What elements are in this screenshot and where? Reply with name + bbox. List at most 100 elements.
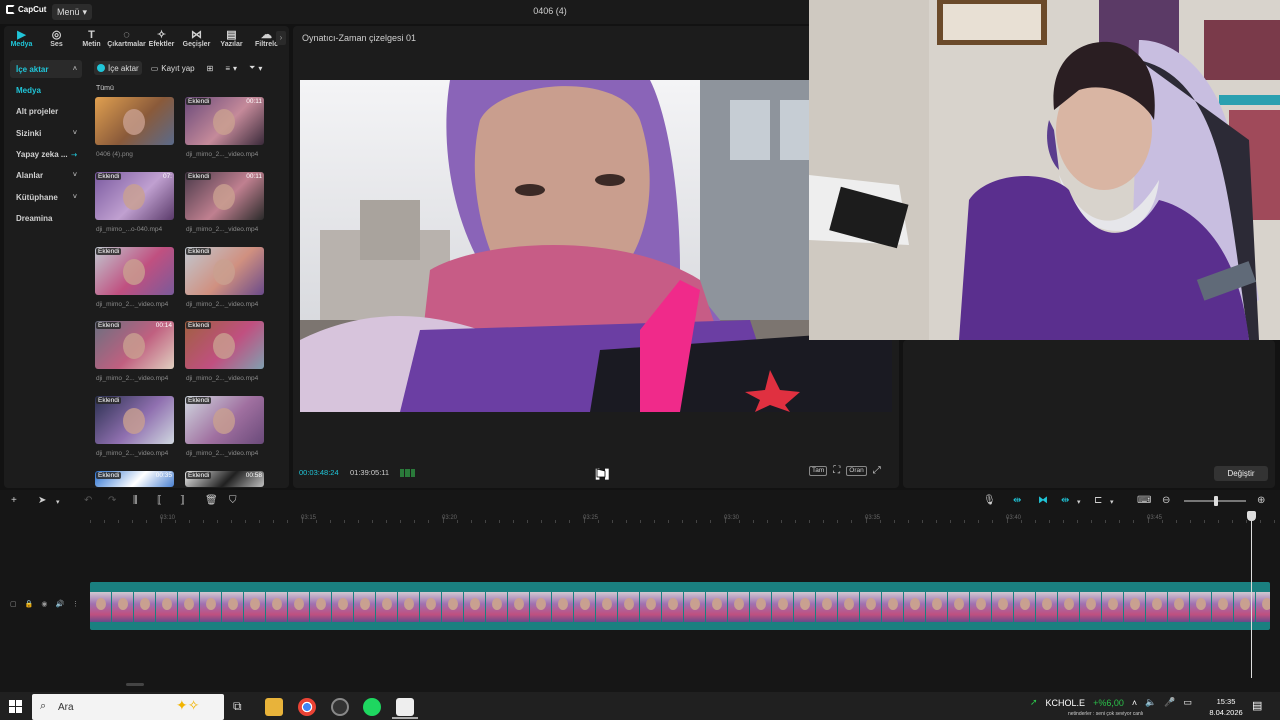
zoom-out-icon[interactable]: ⊖ — [1162, 495, 1170, 506]
media-item[interactable]: Eklendi dji_mimo_2..._video.mp4 — [95, 396, 174, 457]
media-item[interactable]: Eklendi dji_mimo_2..._video.mp4 — [95, 246, 174, 308]
full-quality-button[interactable]: Tam — [809, 465, 828, 476]
select-tool-icon[interactable]: ➤ — [38, 495, 46, 506]
media-item[interactable]: Eklendi dji_mimo_2..._video.mp4 — [185, 321, 264, 382]
spotify-icon[interactable] — [363, 698, 381, 716]
task-view-icon[interactable]: ⧉ — [233, 699, 242, 714]
more-icon[interactable]: ⋮ — [72, 600, 79, 608]
record-button[interactable]: ▭ Kayıt yap — [148, 61, 198, 75]
split-icon[interactable]: ⫼ — [133, 495, 138, 506]
capcut-taskbar-icon[interactable] — [396, 698, 414, 716]
tick-label: 03:35 — [865, 515, 881, 521]
added-badge: Eklendi — [186, 98, 212, 105]
playhead-handle[interactable] — [1247, 511, 1256, 521]
shield-icon[interactable]: ⛉ — [229, 495, 237, 506]
media-item[interactable]: Eklendi 07: dji_mimo_...o-040.mp4 — [95, 171, 174, 233]
ratio-button[interactable]: Oran — [846, 465, 867, 476]
added-badge: Eklendi — [96, 472, 122, 479]
track-cover-icon[interactable]: ▢ — [10, 600, 17, 608]
network-icon[interactable]: ▭ — [1184, 697, 1193, 708]
screenshot-icon[interactable]: ⛶ — [833, 465, 840, 476]
chrome-icon[interactable] — [298, 698, 316, 716]
redo-icon[interactable]: ↷ — [108, 495, 116, 506]
chevron-icon: ˅ — [72, 129, 77, 137]
add-icon[interactable]: + — [11, 495, 17, 506]
media-item[interactable]: Eklendi dji_mimo_2..._video.mp4 — [185, 396, 264, 457]
sort-button[interactable]: ≡ ▾ — [222, 61, 240, 75]
speaker-icon[interactable]: 🔈 — [1145, 697, 1156, 708]
stock-trend-icon: ➚ — [1030, 697, 1038, 707]
snap-icon[interactable]: ⊏ — [1094, 495, 1102, 506]
filter-button[interactable]: ⏷ ▾ — [246, 61, 265, 75]
undo-icon[interactable]: ↶ — [84, 495, 92, 506]
eye-icon[interactable]: ◉ — [41, 600, 47, 608]
tab-sticker[interactable]: ◌ Çıkartmalar — [107, 26, 146, 52]
tick-label: 03:30 — [724, 515, 740, 521]
sidebar-item-label: Dreamina — [16, 214, 53, 224]
obs-icon[interactable] — [331, 698, 349, 716]
preview-axis-icon[interactable]: ⇹ — [1061, 495, 1069, 506]
sidebar-item-4[interactable]: Yapay zeka ... ⇾ — [10, 146, 82, 164]
volume-icon[interactable]: 🔊 — [55, 600, 64, 608]
timeline-scrollbar[interactable] — [126, 683, 144, 686]
zoom-slider-handle[interactable] — [1214, 496, 1218, 506]
sidebar-item-label: Yapay zeka ... — [16, 150, 68, 160]
link-icon[interactable]: ⧓ — [1038, 495, 1048, 506]
chevron-down-icon[interactable]: ▾ — [1110, 498, 1114, 506]
sidebar-item-5[interactable]: Alanlar ˅ — [10, 167, 82, 185]
chevron-down-icon: ▾ — [232, 63, 237, 73]
clip-thumbnail-strip[interactable] — [90, 592, 1270, 622]
sidebar-item-3[interactable]: Sizinki ˅ — [10, 124, 82, 142]
tab-transitions[interactable]: ⋈ Geçişler — [179, 26, 214, 52]
import-button[interactable]: İçe aktar — [94, 61, 142, 75]
clock[interactable]: 15:35 8.04.2026 — [1206, 696, 1246, 718]
mic-icon[interactable]: 🎤 — [1164, 697, 1175, 708]
sidebar-item-label: Sizinki — [16, 128, 42, 138]
timecode-grid-icon[interactable] — [400, 469, 415, 477]
zoom-in-icon[interactable]: ⊕ — [1257, 495, 1265, 506]
time-ruler[interactable] — [90, 512, 1276, 524]
sidebar-item-label: Alanlar — [16, 171, 44, 181]
sidebar-item-2[interactable]: Alt projeler — [10, 103, 82, 121]
split-right-icon[interactable]: ⟧ — [180, 495, 185, 506]
media-thumbnail[interactable] — [95, 97, 174, 145]
chevron-up-icon[interactable]: ˄ — [1132, 698, 1137, 708]
search-icon: ⌕ — [40, 700, 47, 712]
sidebar-item-7[interactable]: Dreamina — [10, 210, 82, 228]
fullscreen-icon[interactable]: ⤢ — [873, 465, 881, 476]
tools-scroll-right-icon[interactable]: › — [276, 31, 286, 45]
tick-label: 03:10 — [160, 515, 176, 521]
media-item[interactable]: Eklendi 00:35 — [95, 471, 174, 487]
sidebar-item-6[interactable]: Kütüphane ˅ — [10, 188, 82, 206]
change-button[interactable]: Değiştir — [1214, 466, 1268, 481]
view-toggle-button[interactable]: ⊞ — [204, 61, 217, 75]
media-item[interactable]: Eklendi 00:11 dji_mimo_2..._video.mp4 — [185, 171, 264, 233]
media-sidebar: İçe aktar ˄ Medya Alt projeler Sizinki ˅ Yapay… — [10, 60, 82, 231]
sidebar-item-0[interactable]: İçe aktar ˄ — [10, 60, 82, 78]
tab-captions[interactable]: ▤ Yazılar — [214, 26, 249, 52]
media-item[interactable]: 0406 (4).png — [95, 97, 174, 158]
playhead[interactable] — [1251, 512, 1252, 678]
video-preview[interactable] — [300, 80, 892, 412]
media-item[interactable]: Eklendi 00:11 dji_mimo_2..._video.mp4 — [185, 97, 264, 158]
tab-media[interactable]: ▶ Medya — [4, 26, 39, 52]
sidebar-item-1[interactable]: Medya — [10, 81, 82, 99]
tab-audio[interactable]: ◎ Ses — [39, 26, 74, 52]
chevron-down-icon[interactable]: ▾ — [56, 498, 60, 506]
magnet-icon[interactable]: ⇹ — [1013, 495, 1021, 506]
lock-icon[interactable]: 🔒 — [25, 600, 34, 608]
notification-icon[interactable]: ▤ — [1252, 699, 1262, 712]
windows-start-icon[interactable] — [9, 700, 22, 713]
media-item[interactable]: Eklendi 00:14 dji_mimo_2..._video.mp4 — [95, 321, 174, 382]
monitor-icon[interactable]: ⌨ — [1137, 495, 1151, 506]
file-explorer-icon[interactable] — [265, 698, 283, 716]
duration-label: 07: — [162, 172, 172, 180]
split-left-icon[interactable]: ⟦ — [157, 495, 162, 506]
chevron-down-icon[interactable]: ▾ — [1077, 498, 1081, 506]
tab-effects[interactable]: ✧ Efektler — [144, 26, 179, 52]
microphone-icon[interactable]: 🎙 — [983, 495, 996, 506]
media-item[interactable]: Eklendi 00:58 — [185, 471, 264, 487]
media-item[interactable]: Eklendi dji_mimo_2..._video.mp4 — [185, 246, 264, 308]
delete-icon[interactable]: 🗑 — [205, 495, 218, 506]
tab-text[interactable]: T Metin — [74, 26, 109, 52]
